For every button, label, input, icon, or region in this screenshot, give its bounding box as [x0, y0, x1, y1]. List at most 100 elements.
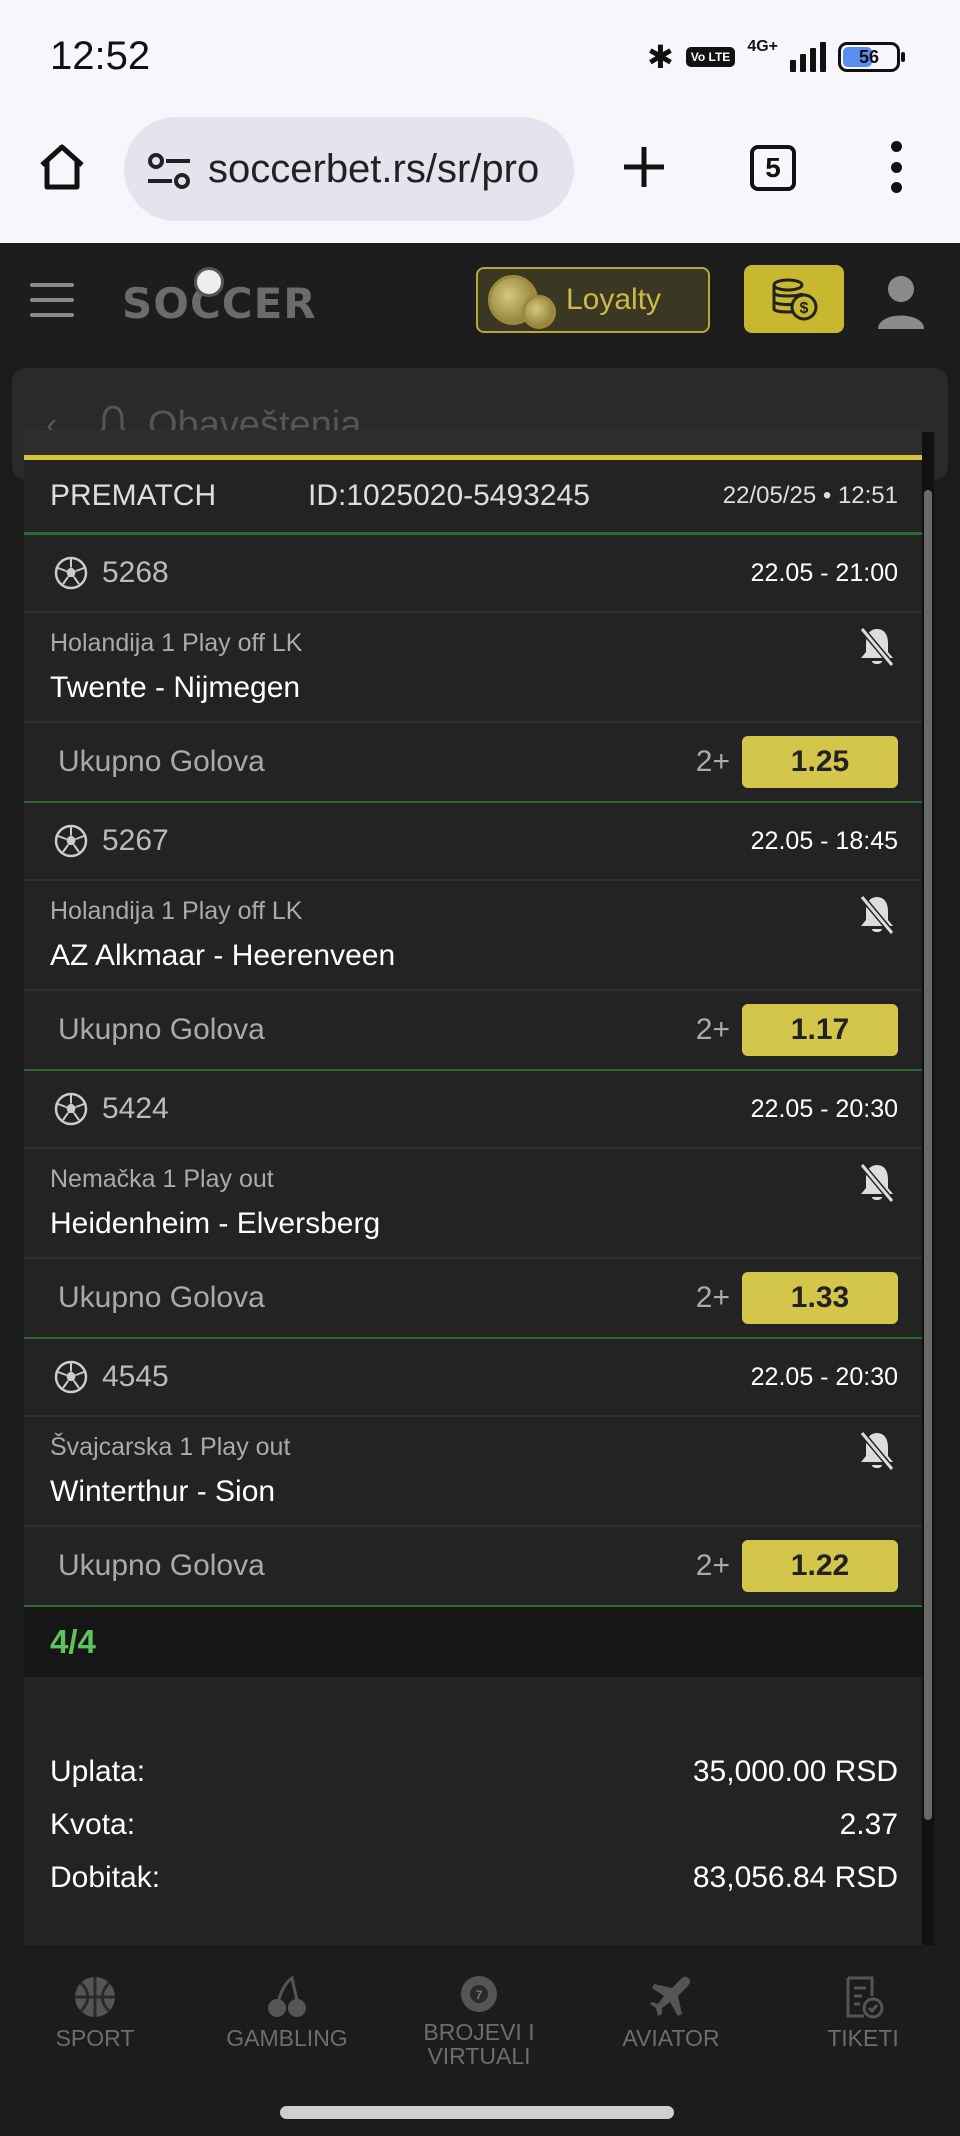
- nav-sport-label: SPORT: [55, 2025, 135, 2051]
- site-settings-icon[interactable]: [146, 151, 192, 191]
- basketball-icon: [75, 1977, 115, 2017]
- soccer-ball-icon: [54, 1360, 88, 1394]
- browser-menu-icon[interactable]: [886, 141, 906, 193]
- loyalty-button[interactable]: Loyalty: [476, 267, 710, 333]
- match-datetime: 22.05 - 20:30: [750, 1094, 898, 1123]
- lottery-ball-icon: 7: [461, 1976, 497, 2012]
- soccer-ball-icon: [54, 824, 88, 858]
- match-datetime: 22.05 - 21:00: [750, 558, 898, 587]
- new-tab-icon[interactable]: [618, 141, 670, 193]
- soccer-ball-icon: [54, 1092, 88, 1126]
- ticket-count-row: 4/4: [24, 1607, 924, 1677]
- match-item: 5424 22.05 - 20:30 Nemačka 1 Play out He…: [24, 1071, 924, 1339]
- loyalty-label: Loyalty: [566, 283, 662, 316]
- nav-aviator-label: AVIATOR: [622, 2025, 720, 2051]
- odds-value: 2.37: [839, 1808, 898, 1841]
- match-item: 5267 22.05 - 18:45 Holandija 1 Play off …: [24, 803, 924, 1071]
- battery-level: 56: [858, 46, 880, 67]
- bet-market: Ukupno Golova: [58, 745, 265, 778]
- soccer-ball-icon: [54, 556, 88, 590]
- match-bet-row: Ukupno Golova 2+ 1.25: [24, 723, 924, 803]
- match-code: 5268: [102, 556, 169, 589]
- nav-aviator[interactable]: AVIATOR: [586, 1974, 756, 2050]
- url-text[interactable]: soccerbet.rs/sr/pro: [208, 147, 558, 192]
- match-code: 4545: [102, 1360, 169, 1393]
- bell-off-icon[interactable]: [856, 1429, 898, 1473]
- match-datetime: 22.05 - 18:45: [750, 826, 898, 855]
- ticket-icon: [846, 1976, 884, 2019]
- match-league: Holandija 1 Play off LK: [50, 629, 303, 657]
- stake-value: 35,000.00 RSD: [692, 1755, 898, 1788]
- bell-off-icon[interactable]: [856, 893, 898, 937]
- status-bar: 12:52 ✱ Vo LTE 4G+ 56: [0, 0, 960, 115]
- nav-sport[interactable]: SPORT: [10, 1974, 180, 2050]
- match-league: Nemačka 1 Play out: [50, 1165, 274, 1193]
- match-id-row: 5267 22.05 - 18:45: [24, 803, 924, 881]
- win-value: 83,056.84 RSD: [692, 1861, 898, 1894]
- bet-market: Ukupno Golova: [58, 1281, 265, 1314]
- nav-brojevi-virtuali[interactable]: 7 BROJEVI I VIRTUALI: [394, 1974, 564, 2068]
- match-bet-row: Ukupno Golova 2+ 1.17: [24, 991, 924, 1071]
- hamburger-menu-icon[interactable]: [30, 283, 74, 317]
- ticket-summary: Uplata: 35,000.00 RSD Kvota: 2.37 Dobita…: [24, 1677, 924, 1914]
- match-code: 5424: [102, 1092, 169, 1125]
- bet-odd[interactable]: 1.25: [742, 736, 898, 788]
- bell-off-icon[interactable]: [856, 625, 898, 669]
- match-info-row: Nemačka 1 Play out Heidenheim - Elversbe…: [24, 1149, 924, 1259]
- match-id-row: 4545 22.05 - 20:30: [24, 1339, 924, 1417]
- match-code: 5267: [102, 824, 169, 857]
- nav-brojevi-label: BROJEVI I VIRTUALI: [423, 2019, 535, 2069]
- coins-dollar-icon: $: [772, 278, 818, 321]
- bell-off-icon[interactable]: [856, 1161, 898, 1205]
- home-icon[interactable]: [34, 139, 90, 195]
- bet-odd[interactable]: 1.33: [742, 1272, 898, 1324]
- stake-label: Uplata:: [50, 1755, 146, 1788]
- nav-tiketi[interactable]: TIKETI: [778, 1974, 948, 2050]
- odds-row: Kvota: 2.37: [50, 1808, 898, 1861]
- match-league: Holandija 1 Play off LK: [50, 897, 303, 925]
- match-info-row: Holandija 1 Play off LK Twente - Nijmege…: [24, 613, 924, 723]
- user-account-icon[interactable]: [876, 273, 926, 329]
- bet-odd[interactable]: 1.22: [742, 1540, 898, 1592]
- home-indicator[interactable]: [280, 2106, 674, 2119]
- wallet-button[interactable]: $: [744, 265, 844, 333]
- site-logo[interactable]: SOCCER: [122, 267, 317, 328]
- match-id-row: 5424 22.05 - 20:30: [24, 1071, 924, 1149]
- volte-icon: Vo LTE: [685, 47, 736, 67]
- match-item: 4545 22.05 - 20:30 Švajcarska 1 Play out…: [24, 1339, 924, 1607]
- match-list: 5268 22.05 - 21:00 Holandija 1 Play off …: [24, 535, 924, 1607]
- signal-icon: [790, 42, 826, 72]
- bet-market: Ukupno Golova: [58, 1013, 265, 1046]
- browser-toolbar: soccerbet.rs/sr/pro 5: [0, 115, 960, 243]
- scrollbar-thumb[interactable]: [924, 490, 932, 1820]
- nav-gambling-label: GAMBLING: [226, 2025, 348, 2051]
- loyalty-coins-icon: [478, 269, 564, 331]
- bet-pick: 2+: [695, 1281, 730, 1314]
- bet-market: Ukupno Golova: [58, 1549, 265, 1582]
- match-info-row: Holandija 1 Play off LK AZ Alkmaar - Hee…: [24, 881, 924, 991]
- bluetooth-icon: ✱: [646, 39, 674, 75]
- address-bar[interactable]: soccerbet.rs/sr/pro: [124, 117, 574, 221]
- site-header: SOCCER Loyalty $: [0, 243, 960, 368]
- stake-row: Uplata: 35,000.00 RSD: [50, 1755, 898, 1808]
- svg-text:$: $: [800, 300, 809, 317]
- airplane-icon: [650, 1976, 691, 2016]
- match-id-row: 5268 22.05 - 21:00: [24, 535, 924, 613]
- ticket-count: 4/4: [50, 1623, 96, 1660]
- nav-tiketi-label: TIKETI: [827, 2025, 899, 2051]
- nav-gambling[interactable]: GAMBLING: [202, 1974, 372, 2050]
- bet-pick: 2+: [695, 1549, 730, 1582]
- tab-switcher-button[interactable]: 5: [750, 145, 796, 191]
- match-info-row: Švajcarska 1 Play out Winterthur - Sion: [24, 1417, 924, 1527]
- network-type: 4G+: [747, 38, 778, 55]
- battery-icon: 56: [838, 42, 905, 72]
- ticket-type: PREMATCH: [50, 479, 217, 512]
- ticket-id: ID:1025020-5493245: [308, 479, 590, 512]
- match-teams: Twente - Nijmegen: [50, 671, 301, 704]
- bet-odd[interactable]: 1.17: [742, 1004, 898, 1056]
- svg-text:7: 7: [476, 1988, 483, 2002]
- ticket-top-bar: [24, 430, 924, 460]
- ticket-detail-panel: PREMATCH ID:1025020-5493245 22/05/25 • 1…: [24, 430, 924, 1945]
- ticket-created: 22/05/25 • 12:51: [722, 482, 898, 509]
- status-icons: ✱ Vo LTE 4G+ 56: [646, 38, 905, 76]
